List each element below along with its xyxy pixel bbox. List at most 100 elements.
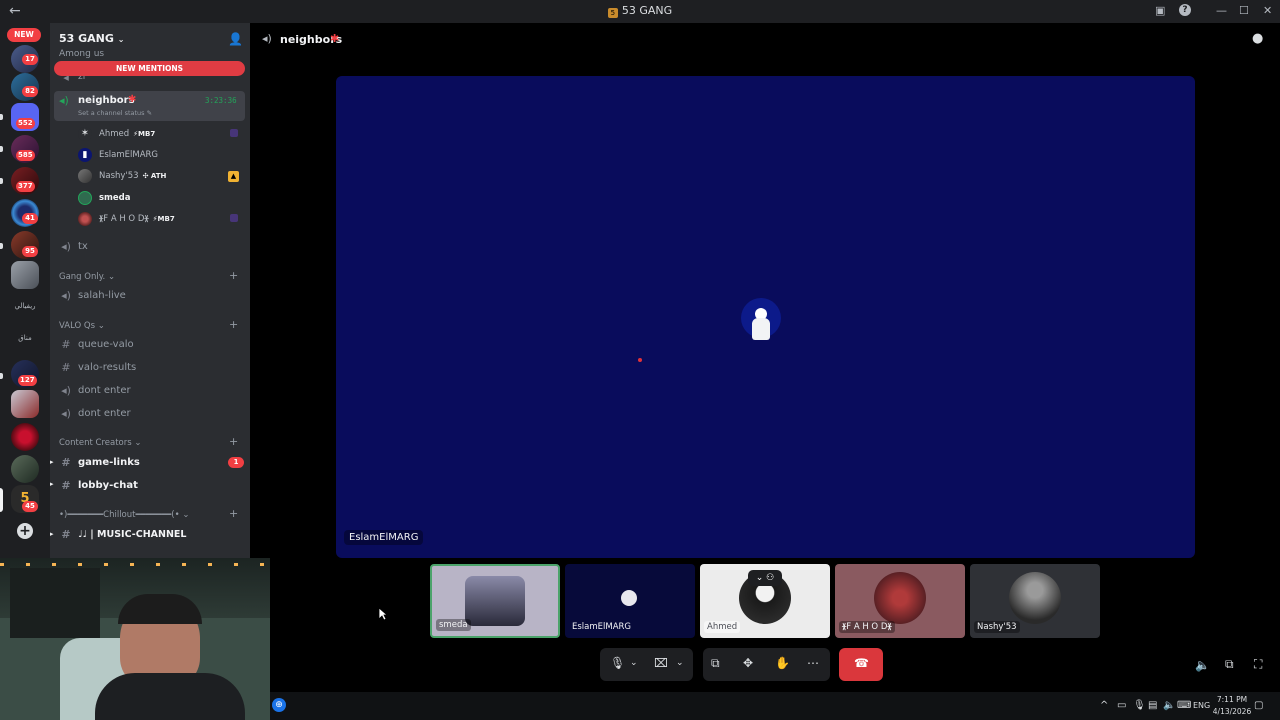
server-icon-12[interactable] [11,455,39,483]
server-icon-8[interactable] [11,261,39,289]
channel-tx[interactable]: ◂) tx [59,237,88,255]
more-options-icon[interactable]: ⋯ [807,656,819,670]
microphone-icon[interactable]: 🎙 [1133,700,1146,711]
app-icon[interactable]: ⊕ [272,698,286,712]
channel-queue-valo[interactable]: # queue-valo [59,335,133,353]
voice-user[interactable]: smeda [78,189,131,207]
popout-icon[interactable]: ⧉ [1225,657,1234,672]
participant-tile[interactable]: ᚕF A H O Dᚕ [835,564,965,638]
unread-badge: 82 [22,86,38,97]
star-icon: ✱ [128,94,137,105]
create-channel-button[interactable]: + [229,507,238,520]
network-icon[interactable]: ▤ [1148,700,1157,711]
window-title: 5 53 GANG [0,4,1280,18]
chevron-up-icon[interactable]: ^ [1100,700,1108,711]
participant-tile[interactable]: Nashy'53 [970,564,1100,638]
mention-badge: 1 [228,457,244,468]
minimize-button[interactable]: — [1216,4,1227,17]
create-channel-button[interactable]: + [229,435,238,448]
discord-window: ← 5 53 GANG ▣ ? — ☐ ✕ NEW 17 82 552 585 3… [0,0,1280,720]
server-icon-11[interactable] [11,423,39,451]
invite-people-icon[interactable]: 👤 [228,32,243,46]
channel-game-links[interactable]: # game-links [59,453,139,471]
unread-pip [0,114,3,120]
volume-icon[interactable]: 🔈 [1195,658,1210,672]
active-server-indicator [0,488,3,512]
hash-icon: # [61,360,71,374]
microphone-icon[interactable]: 🎙 [610,656,625,670]
voice-user[interactable]: ▮ EslamElMARG [78,146,158,164]
activities-icon[interactable]: ✥ [743,656,753,670]
channel-dont-enter-1[interactable]: ◂) dont enter [59,381,131,399]
maximize-button[interactable]: ☐ [1239,4,1249,17]
channel-music[interactable]: # ♩♩ | MUSIC-CHANNEL [59,525,186,543]
voice-user[interactable]: Nashy'53 ✣ ATH [78,167,166,185]
create-channel-button[interactable]: + [229,269,238,282]
category-valo-qs[interactable]: VALO Qs ⌄ [59,321,105,331]
unread-badge: 552 [16,118,35,129]
chevron-down-icon[interactable]: ⌄ [676,658,684,668]
clock-date[interactable]: 4/13/2026 [1207,707,1257,716]
webcam-person-body [95,673,245,720]
hash-icon: # [61,337,71,351]
chevron-down-icon: ⌄ [107,272,116,282]
voice-channel-icon: ◂) [61,383,71,397]
close-button[interactable]: ✕ [1263,4,1272,17]
channel-dont-enter-2[interactable]: ◂) dont enter [59,404,131,422]
cursor-dot [638,358,642,362]
soundboard-icon[interactable]: ✋ [775,656,790,670]
create-channel-button[interactable]: + [229,318,238,331]
avatar [78,212,92,226]
server-icon-text-2[interactable]: مناق [8,334,42,342]
category-chillout[interactable]: •)━━━━━━━Chillout━━━━━━━(• ⌄ [59,510,189,520]
channel-among-us[interactable]: Among us [59,47,104,61]
camera-off-icon[interactable]: ⌧ [654,656,668,670]
notification-icon[interactable]: ▢ [1254,700,1263,711]
avatar [78,191,92,205]
clock-time[interactable]: 7:11 PM [1207,695,1257,704]
unread-dot-icon: ▸ [50,530,54,538]
add-server-button[interactable]: + [17,523,33,539]
webcam-shelf [10,568,100,638]
voice-user[interactable]: ᚕF A H O Dᚕ ⚡MB7 [78,210,175,228]
category-gang-only[interactable]: Gang Only. ⌄ [59,272,115,282]
channel-neighbors-active[interactable]: ◂) neighbors ✱ 3:23:36 Set a channel sta… [54,91,245,121]
server-icon-10[interactable] [11,390,39,418]
screen-share-icon[interactable]: ⧉ [711,656,720,671]
tile-menu-icon[interactable]: ⌄ ⚇ [748,570,782,586]
speaker-icon[interactable]: 🔈 [1163,700,1175,711]
chat-icon[interactable]: ● [1252,31,1263,46]
focused-video-tile[interactable]: EslamElMARG [336,76,1195,558]
channel-salah-live[interactable]: ◂) salah-live [59,286,126,304]
activity-controls: ⧉ ✥ ✋ ⋯ [703,648,830,681]
battery-icon[interactable]: ▭ [1117,700,1126,711]
avatar-figure-body [752,318,770,340]
participant-avatar [874,572,926,624]
voice-user[interactable]: ✶ Ahmed ⚡MB7 [78,125,155,143]
voice-channel-icon: ◂) [262,32,272,45]
inbox-icon[interactable]: ▣ [1155,4,1165,17]
category-content-creators[interactable]: Content Creators ⌄ [59,438,141,448]
fullscreen-icon[interactable]: ⛶ [1254,657,1262,672]
participant-tile[interactable]: EslamElMARG [565,564,695,638]
disconnect-button[interactable]: ☎ [839,648,883,681]
webcam-overlay [0,558,270,720]
server-name[interactable]: 53 GANG ⌄ [59,32,124,45]
unread-dot-icon: ▸ [50,458,54,466]
chevron-down-icon: ⌄ [117,35,125,44]
voice-channel-icon: ◂) [61,239,71,253]
new-mentions-button[interactable]: NEW MENTIONS [54,61,245,76]
channel-lobby-chat[interactable]: # lobby-chat [59,476,137,494]
keyboard-icon[interactable]: ⌨ [1177,700,1191,711]
participant-tile[interactable]: ⌄ ⚇ Ahmed [700,564,830,638]
participant-tile[interactable]: smeda [430,564,560,638]
channel-status-prompt[interactable]: Set a channel status ✎ [78,109,152,117]
chevron-down-icon[interactable]: ⌄ [630,658,638,668]
voice-channel-icon: ◂) [61,288,71,302]
channel-valo-results[interactable]: # valo-results [59,358,136,376]
activity-icon [230,129,238,137]
server-icon: 5 [607,8,618,18]
help-icon[interactable]: ? [1179,4,1191,16]
new-badge[interactable]: NEW [7,28,41,42]
server-icon-text-1[interactable]: ريفيالي [8,302,42,310]
